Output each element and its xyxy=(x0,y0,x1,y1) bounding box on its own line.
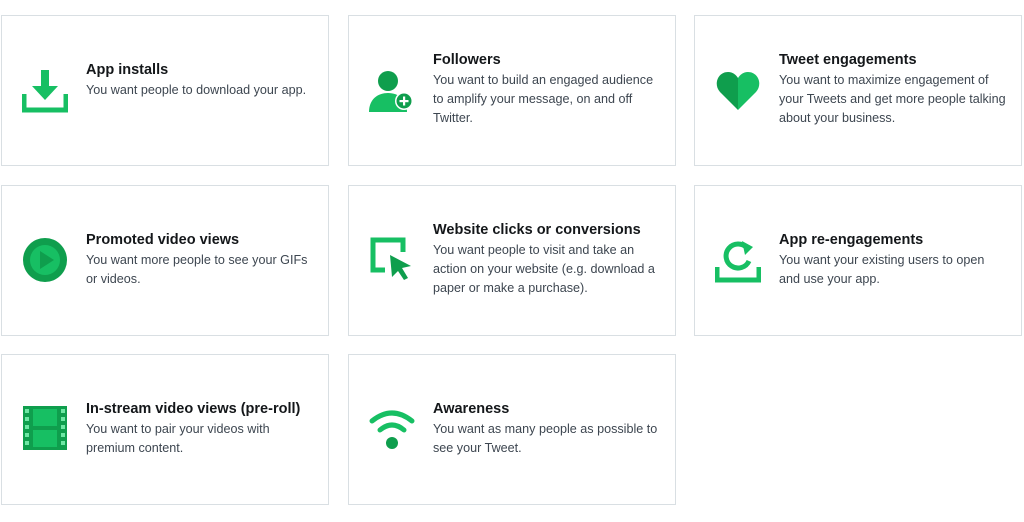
objective-description: You want to maximize engagement of your … xyxy=(779,73,1006,125)
objective-description: You want to build an engaged audience to… xyxy=(433,73,654,125)
objective-description: You want your existing users to open and… xyxy=(779,253,985,286)
objective-description: You want more people to see your GIFs or… xyxy=(86,253,308,286)
objective-description: You want to pair your videos with premiu… xyxy=(86,422,270,455)
objective-title: In-stream video views (pre-roll) xyxy=(86,401,301,417)
cursor-click-icon xyxy=(369,236,415,282)
objective-card-promoted-video-views[interactable]: Promoted video views You want more peopl… xyxy=(1,185,329,336)
refresh-app-icon xyxy=(715,237,761,283)
wifi-signal-icon xyxy=(369,407,415,453)
objective-card-app-re-engagements[interactable]: App re-engagements You want your existin… xyxy=(694,185,1022,336)
objective-title: Tweet engagements xyxy=(779,52,917,68)
objective-card-website-clicks[interactable]: Website clicks or conversions You want p… xyxy=(348,185,676,336)
objective-title: Followers xyxy=(433,52,501,68)
objective-description: You want people to download your app. xyxy=(86,83,307,97)
objective-title: Promoted video views xyxy=(86,232,240,248)
add-follower-icon xyxy=(369,68,415,114)
film-strip-icon xyxy=(22,405,68,451)
objective-card-tweet-engagements[interactable]: Tweet engagements You want to maximize e… xyxy=(694,15,1022,166)
play-icon xyxy=(22,237,68,283)
objective-card-followers[interactable]: Followers You want to build an engaged a… xyxy=(348,15,676,166)
objective-description: You want people to visit and take an act… xyxy=(433,243,655,295)
objective-card-in-stream-video-views[interactable]: In-stream video views (pre-roll) You wan… xyxy=(1,354,329,505)
objective-title: App re-engagements xyxy=(779,232,924,248)
objective-title: App installs xyxy=(86,62,169,78)
objective-title: Website clicks or conversions xyxy=(433,222,641,238)
objective-card-app-installs[interactable]: App installs You want people to download… xyxy=(1,15,329,166)
objective-description: You want as many people as possible to s… xyxy=(433,422,658,455)
objective-title: Awareness xyxy=(433,401,510,417)
download-icon xyxy=(22,68,68,114)
objective-card-awareness[interactable]: Awareness You want as many people as pos… xyxy=(348,354,676,505)
heart-icon xyxy=(715,68,761,114)
